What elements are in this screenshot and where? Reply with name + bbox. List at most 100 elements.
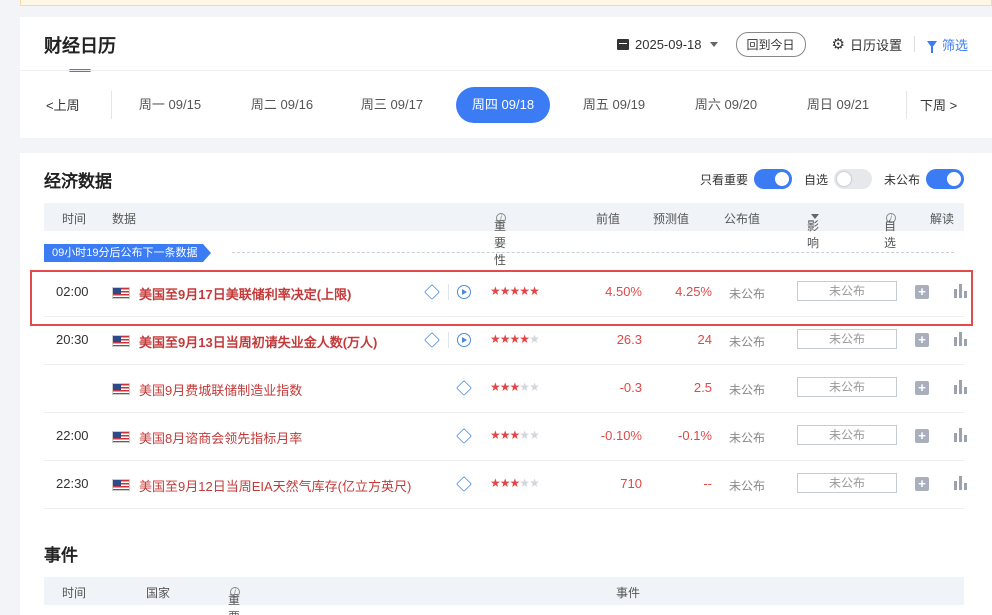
toggle-group: 未公布 [884,169,964,189]
published-value: 未公布 [728,479,765,493]
prev-value: -0.3 [619,380,642,395]
notice-strip [20,0,992,6]
filter-icon [926,40,937,53]
star-icon: ★ [499,332,511,346]
prev-week-button[interactable]: <上周 [46,95,80,114]
cube-icon[interactable] [424,332,440,348]
prev-value: 710 [620,476,642,491]
col-prev: 前值 [596,212,621,226]
cube-icon[interactable] [456,476,472,492]
today-button[interactable]: 回到今日 [735,31,806,57]
chart-icon[interactable] [954,380,968,394]
indicator-name[interactable]: 美国8月谘商会领先指标月率 [139,428,302,447]
star-icon: ★ [509,380,521,394]
us-flag-icon [112,383,130,395]
date-picker[interactable]: 2025-09-18 [617,37,718,52]
col-data: 数据 [112,212,137,226]
col-country: 国家 [146,586,171,600]
calendar-settings-button[interactable]: ⚙ 日历设置 [832,35,902,54]
page-title: 财经日历 [44,36,116,56]
add-watch-icon[interactable]: + [915,381,929,395]
col-watch-label: 自选 [884,219,897,250]
col-importance-label: 重要性 [494,219,507,267]
toggle-label: 只看重要 [699,172,748,187]
date-value: 2025-09-18 [635,36,702,52]
prev-value: 26.3 [616,332,642,347]
day-tab[interactable]: 周日 09/21 [792,87,884,123]
toggle-label: 未公布 [883,172,920,187]
add-watch-icon[interactable]: + [915,477,929,491]
importance-stars: ★★★★★ [490,380,540,394]
toggle-switch[interactable] [926,169,964,189]
star-icon: ★ [499,476,511,490]
chart-icon[interactable] [954,476,968,490]
col-forecast: 预测值 [653,212,690,226]
star-icon: ★ [509,476,521,490]
indicator-name[interactable]: 美国至9月12日当周EIA天然气库存(亿立方英尺) [139,476,411,495]
events-title: 事件 [44,546,78,565]
gear-icon: ⚙ [831,35,845,53]
star-icon: ★ [529,380,540,394]
divider [906,91,907,119]
filter-button[interactable]: 筛选 [926,35,968,54]
day-tab[interactable]: 周三 09/17 [346,87,438,123]
forecast-value: -0.1% [678,428,712,443]
events-table-header: 时间 国家 重要性i 事件 [44,577,964,615]
prev-week-label: 上周 [53,98,80,113]
add-watch-icon[interactable]: + [915,429,929,443]
next-week-button[interactable]: 下周 > [920,95,957,114]
chart-icon[interactable] [954,332,968,346]
countdown-line [232,252,954,253]
us-flag-icon [112,479,130,491]
day-tab[interactable]: 周四 09/18 [456,87,550,123]
star-icon: ★ [499,380,511,394]
cube-icon[interactable] [456,380,472,396]
divider [448,332,449,348]
table-row: 22:30 美国至9月12日当周EIA天然气库存(亿立方英尺) ★★★★★ 710 --… [44,461,967,509]
star-icon: ★ [509,332,521,346]
play-icon[interactable] [457,333,471,347]
impact-box: 未公布 [797,425,897,445]
chart-icon[interactable] [954,428,968,442]
table-header: 时间 数据 重要性 i 前值 预测值 公布值 影响 自选 i 解读 [44,203,964,267]
importance-stars: ★★★★★ [490,332,540,346]
filter-label: 筛选 [941,37,968,53]
star-icon: ★ [519,476,530,490]
header-controls: 2025-09-18 回到今日 ⚙ 日历设置 筛选 [617,31,968,57]
day-tab[interactable]: 周六 09/20 [680,87,772,123]
published-value: 未公布 [728,431,765,445]
day-tab[interactable]: 周一 09/15 [124,87,216,123]
countdown-tag: 09小时19分后公布下一条数据 [44,244,212,262]
impact-box: 未公布 [797,473,897,493]
toggle-switch[interactable] [833,169,872,189]
col-time: 时间 [62,212,87,226]
forecast-value: 2.5 [693,380,712,395]
col-analysis: 解读 [930,212,955,226]
calendar-header-card: 财经日历 2025-09-18 回到今日 ⚙ 日历设置 筛选 <上周 周一 09… [20,17,992,138]
star-icon: ★ [519,332,530,346]
row-time: 22:30 [56,476,89,491]
filter-toggles: 只看重要 自选 未公布 [688,169,964,189]
star-icon: ★ [519,428,530,442]
table-row: 22:00 美国8月谘商会领先指标月率 ★★★★★ -0.10% -0.1% 未公布 未公布… [44,413,967,461]
indicator-name[interactable]: 美国至9月13日当周初请失业金人数(万人) [139,332,377,351]
col-impact-label: 影响 [807,219,820,250]
star-icon: ★ [490,428,501,442]
star-icon: ★ [519,380,530,394]
star-icon: ★ [490,380,501,394]
week-nav: <上周 周一 09/15 周二 09/16 周三 09/17 周四 09/18 周五 0… [20,87,992,123]
forecast-value: -- [703,476,712,491]
forecast-value: 24 [697,332,712,347]
toggle-label: 自选 [803,172,828,187]
cube-icon[interactable] [456,428,472,444]
col-importance: 重要性i [494,210,506,267]
indicator-name[interactable]: 美国9月费城联储制造业指数 [139,380,302,399]
divider [111,91,112,119]
day-tab[interactable]: 周二 09/16 [236,87,328,123]
toggle-switch[interactable] [753,169,792,189]
chevron-left-icon: < [46,98,54,113]
add-watch-icon[interactable]: + [915,333,929,347]
col-impact[interactable]: 影响 [807,210,819,250]
published-value: 未公布 [728,383,765,397]
day-tab[interactable]: 周五 09/19 [568,87,660,123]
